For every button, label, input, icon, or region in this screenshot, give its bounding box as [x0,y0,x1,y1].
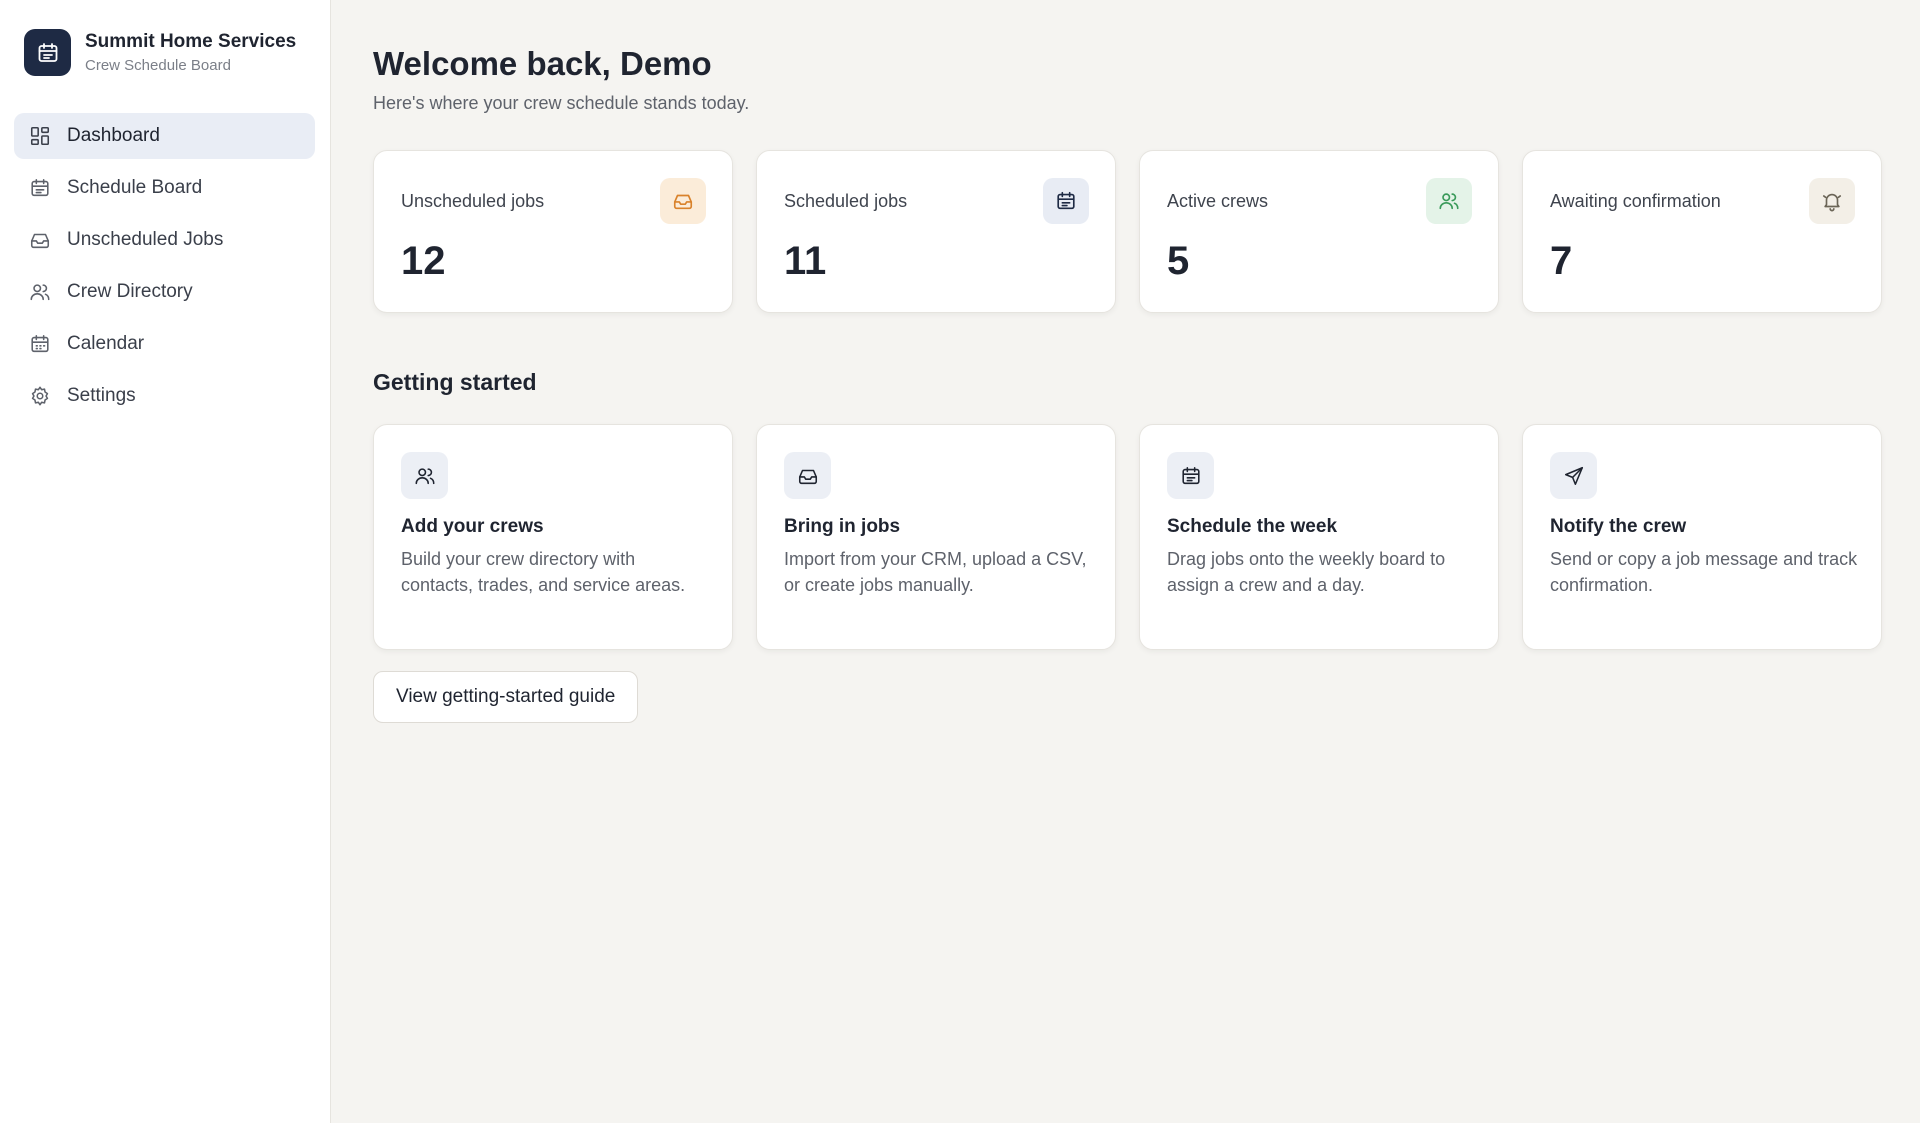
brand[interactable]: Summit Home Services Crew Schedule Board [24,29,296,76]
guide-card-notify-crew[interactable]: Notify the crew Send or copy a job messa… [1522,424,1882,650]
inbox-icon [798,469,817,484]
stat-label: Scheduled jobs [784,191,908,211]
brand-logo [24,29,71,76]
calendar-icon [1181,466,1200,484]
guide-card-add-crews[interactable]: Add your crews Build your crew directory… [373,424,733,650]
stat-value: 11 [784,239,827,283]
stat-value: 12 [401,239,446,283]
stat-icon-badge [1426,178,1472,224]
sidebar-item-label: Schedule Board [67,177,203,198]
stat-icon-badge [1043,178,1089,224]
inbox-icon [30,233,50,249]
brand-name: Summit Home Services [85,30,297,52]
guide-card-bring-in-jobs[interactable]: Bring in jobs Import from your CRM, uplo… [756,424,1116,650]
users-icon [1439,193,1459,210]
guide-card-schedule-week[interactable]: Schedule the week Drag jobs onto the wee… [1139,424,1499,650]
guide-title: Bring in jobs [784,516,901,537]
section-title-getting-started: Getting started [373,369,537,395]
stat-card-active-crews[interactable]: Active crews 5 [1139,150,1499,313]
sidebar-item-schedule-board[interactable]: Schedule Board [14,165,315,211]
stats-row: Unscheduled jobs 12 Scheduled jobs 11 Ac… [373,150,1882,313]
guide-title: Schedule the week [1167,516,1338,537]
send-icon [1564,466,1583,485]
guide-description: Build your crew directory with contacts,… [401,549,686,595]
stat-value: 5 [1167,239,1190,283]
calendar-icon [31,334,49,353]
guide-description: Drag jobs onto the weekly board to assig… [1167,549,1446,595]
guide-icon-badge [784,452,831,499]
brand-subtitle: Crew Schedule Board [85,56,231,74]
stat-card-unscheduled-jobs[interactable]: Unscheduled jobs 12 [373,150,733,313]
inbox-icon [673,194,693,210]
sidebar-item-crew-directory[interactable]: Crew Directory [14,269,315,315]
sidebar-item-unscheduled-jobs[interactable]: Unscheduled Jobs [14,217,315,263]
page-subtitle: Here's where your crew schedule stands t… [373,93,750,113]
sidebar-nav: Dashboard Schedule Board Unscheduled Job… [14,113,315,425]
stat-icon-badge [660,178,706,224]
sidebar: Summit Home Services Crew Schedule Board… [0,0,331,1123]
users-icon [30,284,50,301]
sidebar-item-settings[interactable]: Settings [14,373,315,419]
guide-title: Notify the crew [1550,516,1687,537]
sidebar-item-calendar[interactable]: Calendar [14,321,315,367]
stat-icon-badge [1809,178,1855,224]
page-title: Welcome back, Demo [373,45,712,82]
guide-description: Import from your CRM, upload a CSV, or c… [784,549,1087,595]
view-getting-started-guide-button[interactable]: View getting-started guide [373,671,639,723]
stat-value: 7 [1550,239,1573,283]
sidebar-item-dashboard[interactable]: Dashboard [14,113,315,159]
sidebar-item-label: Crew Directory [67,281,193,302]
calendar-icon [1057,191,1075,210]
stat-label: Awaiting confirmation [1550,191,1721,211]
getting-started-cards: Add your crews Build your crew directory… [373,424,1882,650]
guide-icon-badge [1167,452,1214,499]
guide-icon-badge [401,452,448,499]
calendar-icon [38,42,57,62]
calendar-icon [31,178,49,197]
guide-description: Send or copy a job message and track con… [1550,549,1858,595]
sidebar-item-label: Dashboard [67,125,160,146]
stat-label: Unscheduled jobs [401,191,545,211]
stat-card-scheduled-jobs[interactable]: Scheduled jobs 11 [756,150,1116,313]
bell-icon [1822,193,1842,212]
sidebar-item-label: Settings [67,385,136,406]
stat-label: Active crews [1167,191,1269,211]
sidebar-item-label: Unscheduled Jobs [67,229,224,250]
guide-title: Add your crews [401,516,544,537]
stat-card-awaiting-confirmation[interactable]: Awaiting confirmation 7 [1522,150,1882,313]
sidebar-item-label: Calendar [67,333,145,354]
gear-icon [31,386,49,406]
users-icon [415,467,434,484]
dashboard-icon [30,126,50,146]
guide-icon-badge [1550,452,1597,499]
